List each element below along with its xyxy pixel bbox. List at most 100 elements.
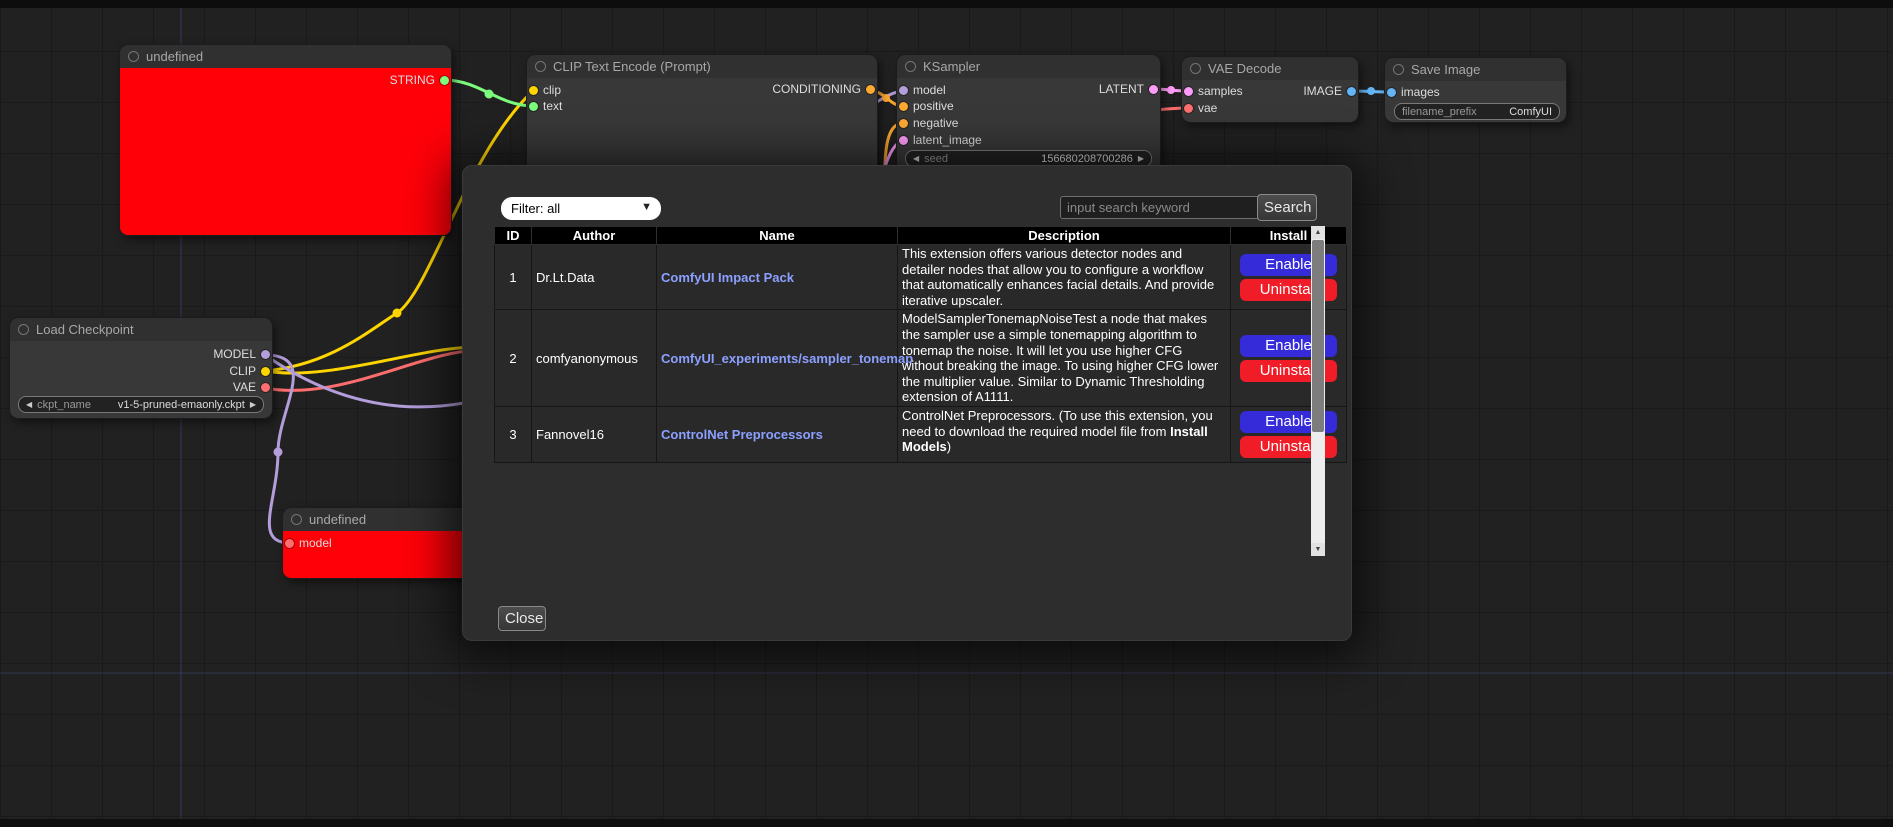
extension-author: Fannovel16 <box>532 406 657 462</box>
node-header[interactable]: VAE Decode <box>1182 57 1358 80</box>
widget-prev-icon[interactable]: ◀ <box>913 155 919 163</box>
extension-install-cell: EnableUninstall <box>1231 406 1347 462</box>
extension-id: 2 <box>495 310 532 407</box>
node-undefined-top[interactable]: undefined STRING <box>120 45 451 235</box>
extension-description: ModelSamplerTonemapNoiseTest a node that… <box>898 310 1231 407</box>
top-edge-bar <box>0 0 1893 8</box>
collapse-dot-icon[interactable] <box>1190 63 1201 74</box>
node-vae-decode[interactable]: VAE Decode samples vae IMAGE <box>1182 57 1358 122</box>
filter-select-wrap: Filter: all ▼ <box>501 197 661 220</box>
slot-dot[interactable] <box>899 136 908 145</box>
input-slot-model: model <box>285 535 332 551</box>
extension-id: 3 <box>495 406 532 462</box>
filename-prefix-widget[interactable]: filename_prefix ComfyUI <box>1394 103 1560 120</box>
slot-dot[interactable] <box>261 367 270 376</box>
search-button[interactable]: Search <box>1257 194 1317 221</box>
scrollbar-thumb[interactable] <box>1312 240 1324 432</box>
node-header[interactable]: CLIP Text Encode (Prompt) <box>527 55 877 78</box>
slot-dot[interactable] <box>899 119 908 128</box>
slot-dot[interactable] <box>866 85 875 94</box>
output-slot-conditioning: CONDITIONING <box>772 81 875 97</box>
input-slot-model: model <box>899 82 946 98</box>
node-header[interactable]: KSampler <box>897 55 1160 78</box>
node-header[interactable]: undefined <box>120 45 451 68</box>
widget-next-icon[interactable]: ▶ <box>250 401 256 409</box>
output-slot-clip: CLIP <box>229 363 270 379</box>
node-title: KSampler <box>923 59 980 74</box>
output-slot-model: MODEL <box>213 346 270 362</box>
wire-dot <box>393 309 402 318</box>
scrollbar-up-icon[interactable]: ▲ <box>1311 226 1325 239</box>
collapse-dot-icon[interactable] <box>291 514 302 525</box>
extension-link[interactable]: ControlNet Preprocessors <box>661 427 823 442</box>
extension-link[interactable]: ComfyUI Impact Pack <box>661 270 794 285</box>
input-slot-text: text <box>529 98 562 114</box>
slot-dot[interactable] <box>261 383 270 392</box>
node-error-body <box>120 68 451 235</box>
slot-dot[interactable] <box>529 102 538 111</box>
table-header-row: ID Author Name Description Install <box>495 227 1347 245</box>
extension-id: 1 <box>495 245 532 310</box>
collapse-dot-icon[interactable] <box>18 324 29 335</box>
scrollbar[interactable]: ▲ ▼ <box>1311 226 1325 556</box>
slot-dot[interactable] <box>440 76 449 85</box>
collapse-dot-icon[interactable] <box>1393 64 1404 75</box>
bottom-edge-bar <box>0 819 1893 827</box>
slot-dot[interactable] <box>261 350 270 359</box>
extension-name-cell: ControlNet Preprocessors <box>657 406 898 462</box>
scrollbar-down-icon[interactable]: ▼ <box>1311 543 1325 556</box>
node-header[interactable]: Load Checkpoint <box>10 318 272 341</box>
slot-dot[interactable] <box>529 86 538 95</box>
output-slot-latent: LATENT <box>1099 81 1158 97</box>
node-title: CLIP Text Encode (Prompt) <box>553 59 711 74</box>
input-slot-images: images <box>1387 84 1440 100</box>
node-title: VAE Decode <box>1208 61 1281 76</box>
slot-dot[interactable] <box>1149 85 1158 94</box>
slot-dot[interactable] <box>1184 87 1193 96</box>
output-slot-string: STRING <box>390 72 449 88</box>
node-graph-canvas[interactable]: undefined STRING CLIP Text Encode (Promp… <box>0 0 1893 827</box>
column-header-install: Install <box>1231 227 1347 245</box>
node-save-image[interactable]: Save Image images filename_prefix ComfyU… <box>1385 58 1566 122</box>
slot-dot[interactable] <box>1387 88 1396 97</box>
node-header[interactable]: Save Image <box>1385 58 1566 81</box>
extension-install-cell: EnableUninstall <box>1231 245 1347 310</box>
extension-name-cell: ComfyUI Impact Pack <box>657 245 898 310</box>
input-slot-positive: positive <box>899 98 954 114</box>
slot-dot[interactable] <box>1184 104 1193 113</box>
output-slot-vae: VAE <box>233 379 270 395</box>
close-button[interactable]: Close <box>498 606 546 631</box>
node-title: undefined <box>309 512 366 527</box>
column-header-id: ID <box>495 227 532 245</box>
node-title: undefined <box>146 49 203 64</box>
extension-link[interactable]: ComfyUI_experiments/sampler_tonemap <box>661 351 913 366</box>
wire-dot <box>1167 86 1175 94</box>
input-slot-negative: negative <box>899 115 958 131</box>
widget-next-icon[interactable]: ▶ <box>1138 155 1144 163</box>
filter-select[interactable]: Filter: all <box>501 197 661 220</box>
slot-dot[interactable] <box>1347 87 1356 96</box>
extension-description: This extension offers various detector n… <box>898 245 1231 310</box>
output-slot-image: IMAGE <box>1303 83 1356 99</box>
node-load-checkpoint[interactable]: Load Checkpoint MODEL CLIP VAE ◀ ckpt_na… <box>10 318 272 418</box>
column-header-author: Author <box>532 227 657 245</box>
collapse-dot-icon[interactable] <box>905 61 916 72</box>
wire-dot <box>1367 87 1375 95</box>
search-input[interactable] <box>1060 196 1260 219</box>
wire-dot <box>274 448 283 457</box>
slot-dot[interactable] <box>899 102 908 111</box>
ckpt-name-widget[interactable]: ◀ ckpt_name v1-5-pruned-emaonly.ckpt ▶ <box>18 396 264 413</box>
wire-dot <box>485 90 494 99</box>
input-slot-clip: clip <box>529 82 561 98</box>
slot-dot[interactable] <box>285 539 294 548</box>
extension-author: comfyanonymous <box>532 310 657 407</box>
collapse-dot-icon[interactable] <box>535 61 546 72</box>
widget-prev-icon[interactable]: ◀ <box>26 401 32 409</box>
slot-dot[interactable] <box>899 86 908 95</box>
extension-description: ControlNet Preprocessors. (To use this e… <box>898 406 1231 462</box>
input-slot-latent-image: latent_image <box>899 132 982 148</box>
extension-row: 2comfyanonymous ComfyUI_experiments/sampl… <box>495 310 1347 407</box>
collapse-dot-icon[interactable] <box>128 51 139 62</box>
wire-dot <box>882 94 890 102</box>
extension-author: Dr.Lt.Data <box>532 245 657 310</box>
